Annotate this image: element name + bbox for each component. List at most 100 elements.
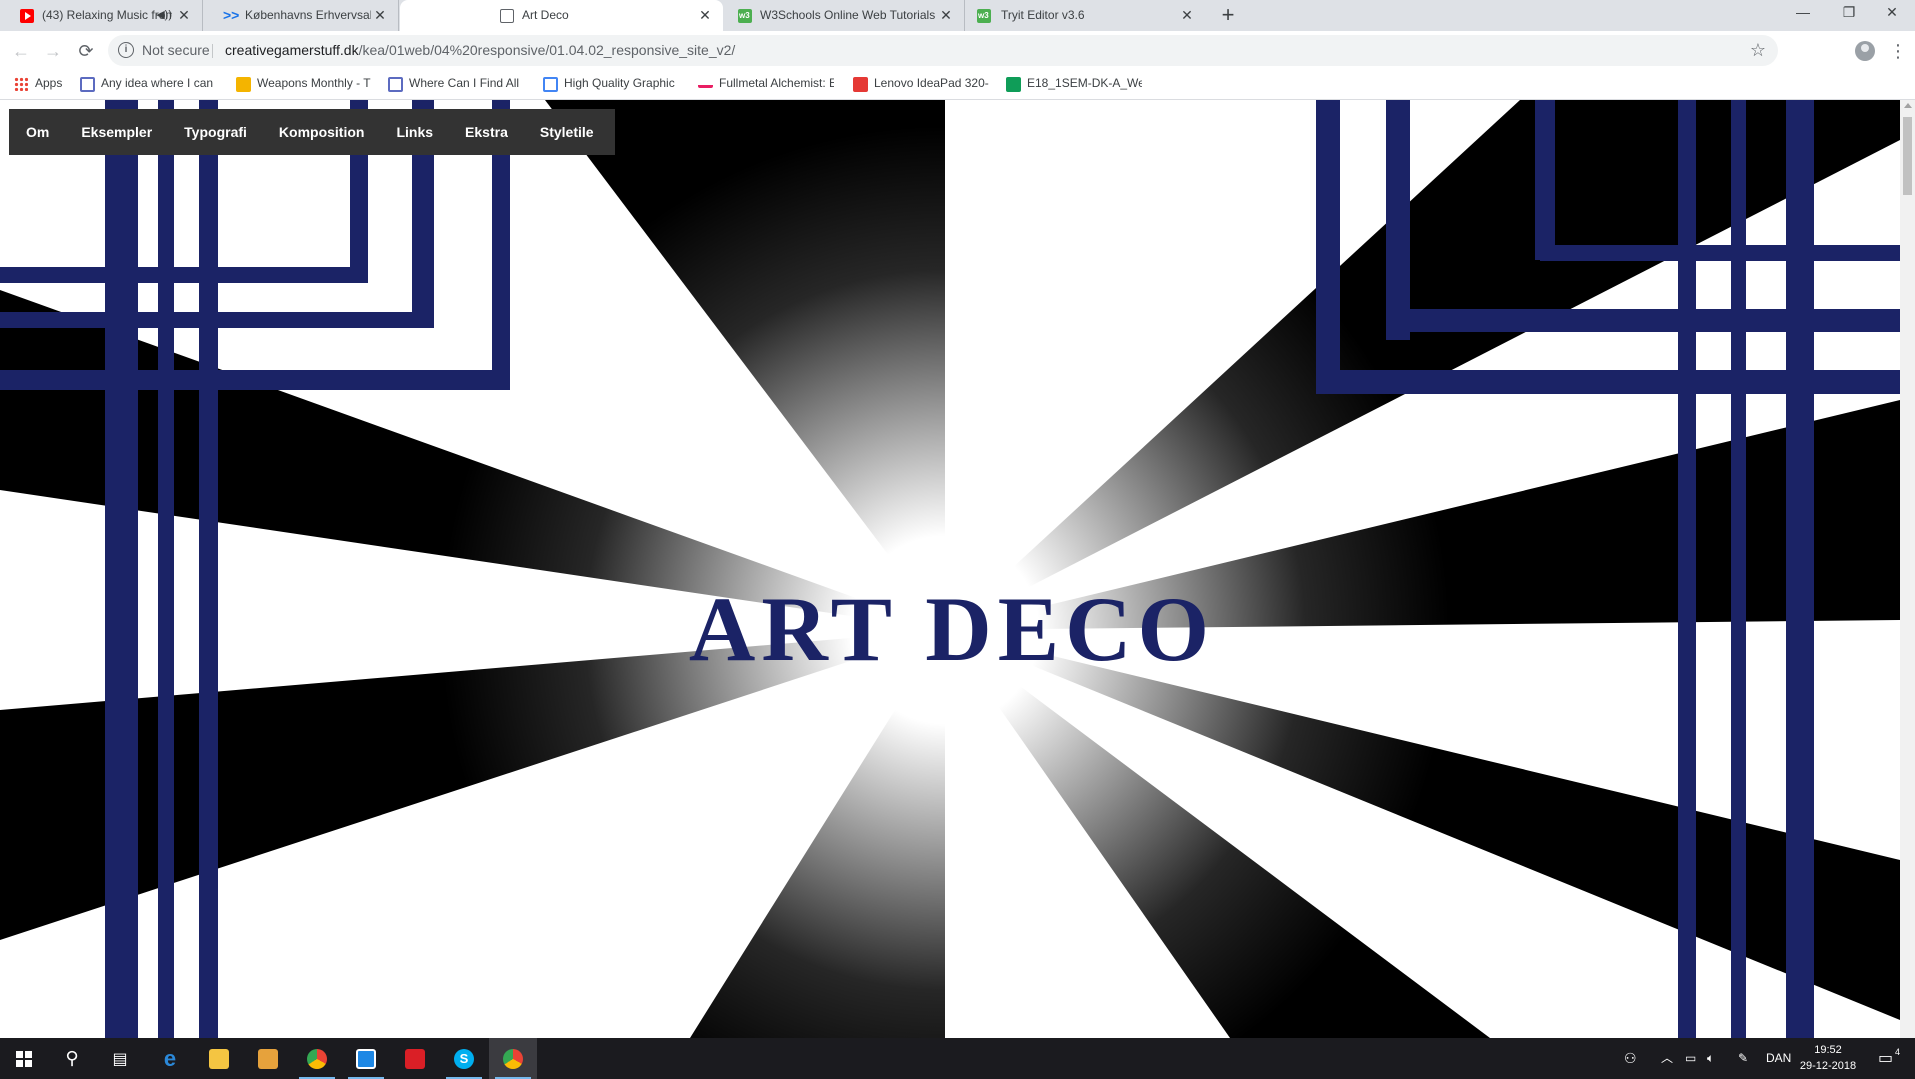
page-scrollbar[interactable]: [1900, 100, 1915, 1038]
bookmark-item[interactable]: Weapons Monthly - T: [236, 70, 372, 97]
taskbar-app-media[interactable]: [244, 1038, 292, 1079]
clock[interactable]: 19:52 29-12-2018: [1795, 1042, 1861, 1074]
taskbar-app-skype[interactable]: S: [440, 1038, 488, 1079]
chrome-icon: [307, 1048, 327, 1069]
bookmark-item[interactable]: High Quality Graphic: [543, 70, 679, 97]
menu-icon[interactable]: ⋮: [1889, 37, 1907, 65]
edge-icon: e: [163, 1045, 177, 1071]
brackets-icon: [356, 1048, 376, 1069]
site-navigation: Om Eksempler Typografi Komposition Links…: [9, 109, 615, 155]
bookmark-label: Apps: [35, 76, 63, 90]
bookmark-item[interactable]: Fullmetal Alchemist: E: [698, 70, 834, 97]
taskbar-app-chrome[interactable]: [293, 1038, 341, 1079]
bookmark-label: Lenovo IdeaPad 320-: [874, 76, 989, 90]
bookmark-item[interactable]: Any idea where I can: [80, 70, 216, 97]
bookmark-lenovo-icon: [853, 77, 868, 92]
close-tab-icon[interactable]: ✕: [697, 0, 713, 31]
close-tab-icon[interactable]: ✕: [938, 0, 954, 31]
file-explorer-icon: [209, 1048, 229, 1069]
apps-grid-icon: [14, 77, 28, 91]
browser-toolbar: ← → ⟳ i Not secure creativegamerstuff.dk…: [0, 31, 1915, 70]
bookmark-label: Any idea where I can: [101, 76, 214, 90]
tab-w3schools[interactable]: W3Schools Online Web Tutorials ✕: [724, 0, 965, 31]
tab-art-deco[interactable]: Art Deco ✕: [400, 0, 723, 31]
bookmark-label: Fullmetal Alchemist: E: [719, 76, 834, 90]
page-icon: [500, 9, 514, 23]
adobe-cc-icon: [405, 1048, 425, 1069]
bookmarks-bar: Apps Any idea where I can Weapons Monthl…: [0, 70, 1915, 100]
taskbar-app-edge[interactable]: e: [146, 1038, 194, 1079]
close-tab-icon[interactable]: ✕: [1179, 0, 1195, 31]
omnibox-divider: [212, 44, 213, 58]
taskbar-app-explorer[interactable]: [195, 1038, 243, 1079]
url-text[interactable]: creativegamerstuff.dk/kea/01web/04%20res…: [225, 35, 735, 66]
people-icon[interactable]: ⚇: [1624, 1038, 1637, 1079]
start-button[interactable]: [0, 1038, 48, 1079]
nav-link-links[interactable]: Links: [380, 109, 449, 155]
nav-link-styletile[interactable]: Styletile: [524, 109, 610, 155]
scroll-up-icon[interactable]: [1904, 103, 1912, 108]
nav-link-typografi[interactable]: Typografi: [168, 109, 263, 155]
taskbar-app-chrome-active[interactable]: [489, 1038, 537, 1079]
sheets-icon: [1006, 77, 1021, 92]
clock-date: 29-12-2018: [1799, 1060, 1857, 1072]
bookmark-hq-icon: [543, 77, 558, 92]
forward-button[interactable]: →: [39, 37, 67, 65]
windows-start-icon: [16, 1050, 32, 1067]
network-icon[interactable]: ▭: [1685, 1038, 1696, 1079]
taskbar-app-brackets[interactable]: [342, 1038, 390, 1079]
tab-label: (43) Relaxing Music from Fin: [42, 8, 172, 22]
tab-label: Art Deco: [522, 8, 569, 22]
task-view-icon: ▤: [112, 1050, 128, 1068]
new-tab-button[interactable]: +: [1214, 0, 1242, 31]
search-button[interactable]: ⚲: [48, 1038, 96, 1079]
tab-tryit-editor[interactable]: Tryit Editor v3.6 ✕: [965, 0, 1205, 31]
tab-label: Københavns Erhvervsakademi / C: [245, 8, 371, 22]
tab-kea[interactable]: >> Københavns Erhvervsakademi / C ✕: [203, 0, 399, 31]
close-tab-icon[interactable]: ✕: [176, 0, 192, 31]
volume-icon[interactable]: 🔈︎: [1707, 1038, 1714, 1079]
back-button[interactable]: ←: [7, 37, 35, 65]
tray-overflow-icon[interactable]: ︿: [1661, 1038, 1673, 1079]
bookmark-apps[interactable]: Apps: [14, 70, 74, 97]
page-viewport: Om Eksempler Typografi Komposition Links…: [0, 100, 1900, 1038]
taskbar-app-adobe[interactable]: [391, 1038, 439, 1079]
profile-avatar[interactable]: [1855, 41, 1875, 61]
bookmark-label: Weapons Monthly - T: [257, 76, 371, 90]
clock-time: 19:52: [1814, 1044, 1842, 1056]
pen-icon[interactable]: ✎: [1738, 1038, 1748, 1079]
bookmark-item[interactable]: Lenovo IdeaPad 320-: [853, 70, 989, 97]
minimize-button[interactable]: —: [1780, 0, 1826, 26]
skype-icon: S: [454, 1048, 474, 1069]
bookmark-fma-icon: [698, 79, 713, 88]
nav-link-eksempler[interactable]: Eksempler: [65, 109, 168, 155]
tab-strip: (43) Relaxing Music from Fin ◀)) ✕ >> Kø…: [0, 0, 1915, 31]
notification-count: 4: [1893, 1045, 1903, 1059]
restore-button[interactable]: ❐: [1826, 0, 1872, 26]
bookmark-item[interactable]: Where Can I Find All: [388, 70, 524, 97]
tab-youtube[interactable]: (43) Relaxing Music from Fin ◀)) ✕: [0, 0, 203, 31]
nav-link-ekstra[interactable]: Ekstra: [449, 109, 524, 155]
url-path: /kea/01web/04%20responsive/01.04.02_resp…: [358, 42, 736, 58]
kea-icon: >>: [223, 7, 240, 23]
bookmark-item[interactable]: E18_1SEM-DK-A_We: [1006, 70, 1142, 97]
security-label[interactable]: Not secure: [142, 35, 210, 66]
address-bar[interactable]: i Not secure creativegamerstuff.dk/kea/0…: [108, 35, 1778, 66]
art-deco-background: [0, 100, 1900, 1038]
nav-link-komposition[interactable]: Komposition: [263, 109, 381, 155]
task-view-button[interactable]: ▤: [96, 1038, 144, 1079]
bookmark-star-icon[interactable]: ☆: [1750, 35, 1766, 66]
reload-button[interactable]: ⟳: [72, 37, 100, 65]
nav-link-om[interactable]: Om: [14, 109, 65, 155]
w3schools-icon: [738, 0, 752, 31]
url-host: creativegamerstuff.dk: [225, 42, 359, 58]
audio-playing-icon[interactable]: ◀)): [156, 0, 172, 31]
notification-center-icon[interactable]: ▭: [1878, 1038, 1893, 1079]
language-indicator[interactable]: DAN: [1766, 1038, 1791, 1079]
scroll-thumb[interactable]: [1903, 117, 1912, 195]
close-tab-icon[interactable]: ✕: [372, 0, 388, 31]
bookmark-site-icon: [388, 77, 403, 92]
close-window-button[interactable]: ✕: [1869, 0, 1915, 26]
info-icon[interactable]: i: [118, 42, 134, 58]
bookmark-label: Where Can I Find All: [409, 76, 520, 90]
